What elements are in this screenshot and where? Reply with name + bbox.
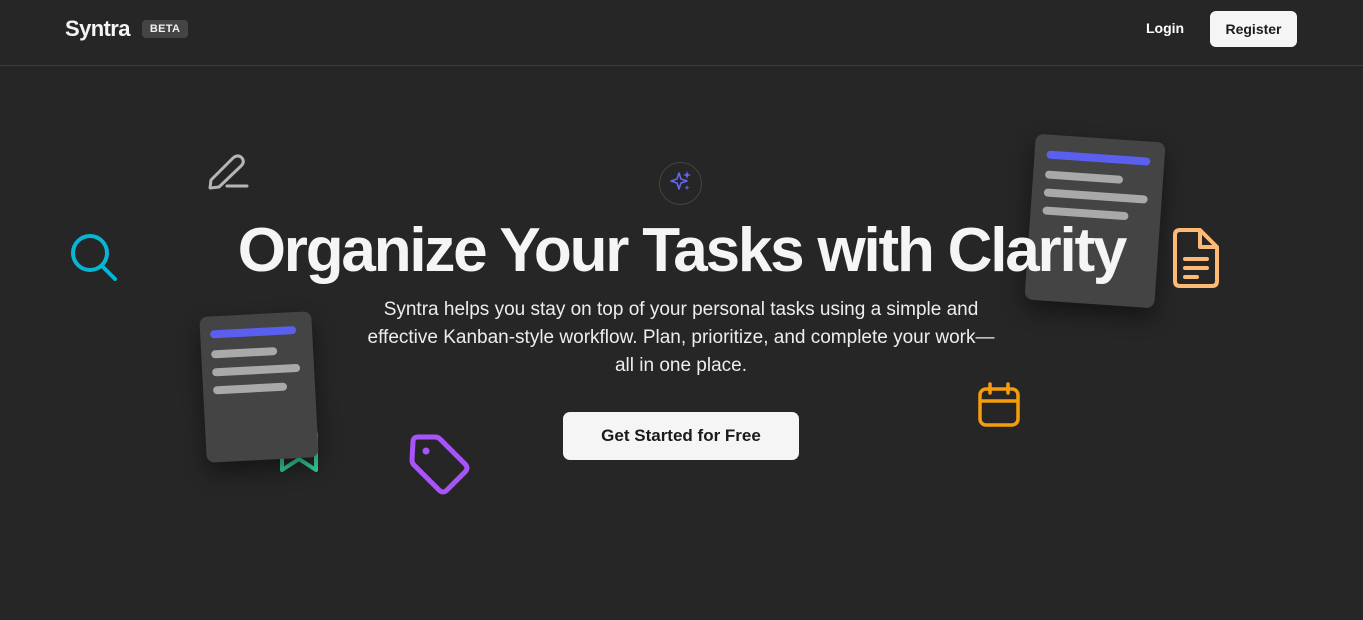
hero-title: Organize Your Tasks with Clarity [237,216,1128,285]
register-button[interactable]: Register [1210,11,1297,47]
hero-description-line: all in one place. [614,355,748,376]
get-started-button[interactable]: Get Started for Free [563,412,799,460]
sparkle-icon [669,170,692,197]
beta-badge: BETA [141,20,189,38]
hero-description: Syntra helps you stay on top of your per… [331,296,1031,380]
login-link[interactable]: Login [1146,20,1184,36]
pencil-icon [205,150,249,195]
sparkle-badge [659,162,702,205]
site-header: Syntra BETA Login Register [0,0,1363,66]
tag-icon [407,432,473,503]
hero-description-line: Syntra helps you stay on top of your per… [383,299,979,320]
calendar-icon [977,381,1021,434]
brand[interactable]: Syntra BETA [65,16,189,42]
task-card-illustration [199,311,319,463]
brand-logo-text[interactable]: Syntra [65,16,130,42]
hero-description-line: effective Kanban-style workflow. Plan, p… [367,327,995,348]
